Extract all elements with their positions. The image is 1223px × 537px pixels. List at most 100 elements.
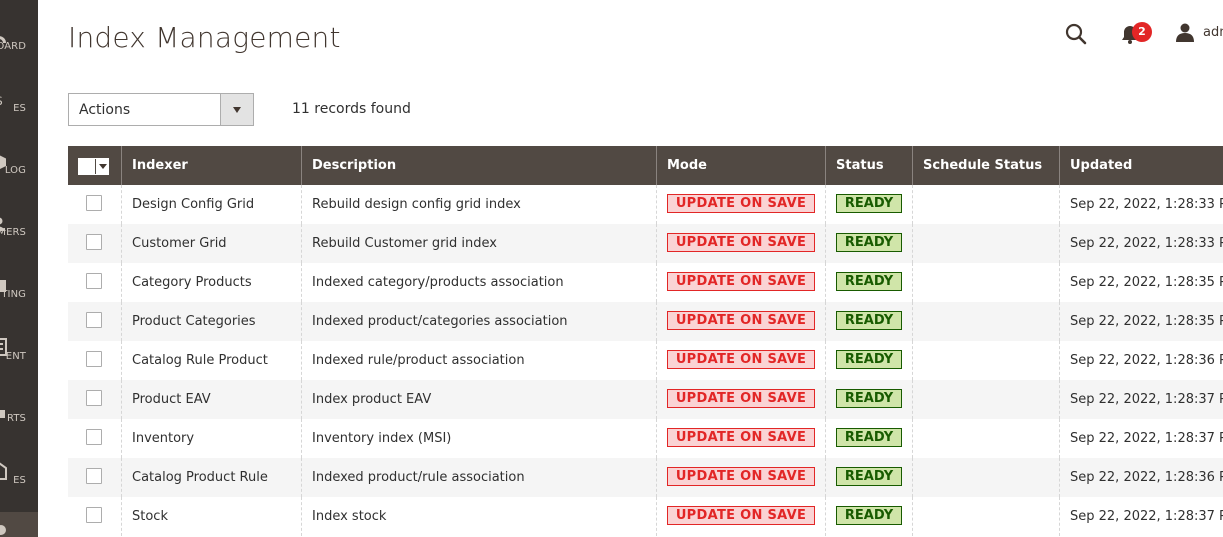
actions-dropdown[interactable]: Actions: [68, 93, 254, 126]
row-checkbox[interactable]: [86, 507, 102, 523]
status-cell: READY: [826, 497, 913, 536]
status-badge: READY: [836, 194, 902, 213]
description-cell: Rebuild Customer grid index: [302, 224, 657, 263]
schedule-status-cell: [913, 458, 1060, 497]
column-header-schedule-status[interactable]: Schedule Status: [913, 146, 1060, 185]
mass-select-checkbox[interactable]: [78, 158, 109, 175]
row-checkbox[interactable]: [86, 468, 102, 484]
status-cell: READY: [826, 419, 913, 458]
schedule-status-cell: [913, 224, 1060, 263]
indexer-cell: Catalog Rule Product: [122, 341, 302, 380]
menu-item-label: BOARD: [0, 41, 26, 52]
row-select-cell: [68, 341, 122, 380]
menu-item-label: TING: [1, 289, 26, 300]
column-header-indexer[interactable]: Indexer: [122, 146, 302, 185]
user-account-menu[interactable]: admin: [1174, 22, 1223, 44]
description-cell: Inventory index (MSI): [302, 419, 657, 458]
updated-cell: Sep 22, 2022, 1:28:33 PM: [1070, 236, 1223, 251]
menu-item-label: RTS: [7, 413, 26, 424]
row-checkbox[interactable]: [86, 429, 102, 445]
row-select-cell: [68, 458, 122, 497]
status-badge: READY: [836, 506, 902, 525]
mass-select-dropdown-icon[interactable]: [95, 159, 109, 174]
column-header-updated[interactable]: Updated: [1060, 146, 1223, 185]
menu-item-stores[interactable]: ES: [0, 454, 38, 516]
row-checkbox[interactable]: [86, 351, 102, 367]
menu-item-label: MERS: [0, 227, 26, 238]
menu-item-dashboard[interactable]: BOARD: [0, 20, 38, 82]
row-select-cell: [68, 419, 122, 458]
menu-item-catalog[interactable]: LOG: [0, 144, 38, 206]
row-checkbox[interactable]: [86, 195, 102, 211]
mode-badge: UPDATE ON SAVE: [667, 233, 815, 252]
column-header-status[interactable]: Status: [826, 146, 913, 185]
indexer-cell: Customer Grid: [122, 224, 302, 263]
status-cell: READY: [826, 302, 913, 341]
indexer-cell: Category Products: [122, 263, 302, 302]
notifications-count-badge: 2: [1132, 22, 1152, 42]
menu-item-reports[interactable]: RTS: [0, 392, 38, 454]
column-header-mode[interactable]: Mode: [657, 146, 826, 185]
schedule-status-cell: [913, 185, 1060, 224]
mode-cell: UPDATE ON SAVE: [657, 380, 826, 419]
mode-cell: UPDATE ON SAVE: [657, 224, 826, 263]
menu-item-marketing[interactable]: TING: [0, 268, 38, 330]
row-select-cell: [68, 263, 122, 302]
status-badge: READY: [836, 272, 902, 291]
updated-cell: Sep 22, 2022, 1:28:35 PM: [1070, 314, 1223, 329]
user-name: admin: [1203, 25, 1223, 40]
status-badge: READY: [836, 428, 902, 447]
system-icon: [0, 522, 8, 536]
updated-cell: Sep 22, 2022, 1:28:36 PM: [1070, 353, 1223, 368]
status-cell: READY: [826, 458, 913, 497]
chevron-down-icon[interactable]: [220, 94, 253, 125]
search-button[interactable]: [1064, 22, 1088, 46]
indexer-cell: Product EAV: [122, 380, 302, 419]
schedule-status-cell: [913, 263, 1060, 302]
stores-icon: [0, 462, 7, 480]
mode-cell: UPDATE ON SAVE: [657, 341, 826, 380]
menu-item-label: LOG: [4, 165, 26, 176]
menu-item-system[interactable]: [0, 512, 38, 537]
row-checkbox[interactable]: [86, 390, 102, 406]
schedule-status-cell: [913, 380, 1060, 419]
mode-badge: UPDATE ON SAVE: [667, 194, 815, 213]
table-row: Design Config Grid Rebuild design config …: [68, 185, 1223, 224]
mass-select-box[interactable]: [79, 159, 94, 174]
table-row: Stock Index stock UPDATE ON SAVE READY Sep 2…: [68, 497, 1223, 536]
table-row: Product EAV Index product EAV UPDATE ON SA…: [68, 380, 1223, 419]
description-cell: Rebuild design config grid index: [302, 185, 657, 224]
row-checkbox[interactable]: [86, 234, 102, 250]
row-checkbox[interactable]: [86, 312, 102, 328]
status-cell: READY: [826, 380, 913, 419]
menu-item-sales[interactable]: $ ES: [0, 82, 38, 144]
indexer-cell: Stock: [122, 497, 302, 536]
row-select-cell: [68, 302, 122, 341]
status-cell: READY: [826, 341, 913, 380]
svg-text:$: $: [0, 94, 3, 108]
row-select-cell: [68, 185, 122, 224]
updated-cell: Sep 22, 2022, 1:28:37 PM: [1070, 509, 1223, 524]
mode-badge: UPDATE ON SAVE: [667, 311, 815, 330]
mode-badge: UPDATE ON SAVE: [667, 389, 815, 408]
admin-sidebar: BOARD $ ES LOG MERS TING ENT RTS: [0, 0, 38, 537]
menu-item-customers[interactable]: MERS: [0, 206, 38, 268]
indexer-grid: Indexer Description Mode Status Schedule…: [68, 146, 1223, 536]
table-row: Category Products Indexed category/produc…: [68, 263, 1223, 302]
grid-body: Design Config Grid Rebuild design config …: [68, 185, 1223, 536]
description-cell: Indexed rule/product association: [302, 341, 657, 380]
menu-item-content[interactable]: ENT: [0, 330, 38, 392]
schedule-status-cell: [913, 302, 1060, 341]
column-header-description[interactable]: Description: [302, 146, 657, 185]
mode-badge: UPDATE ON SAVE: [667, 350, 815, 369]
schedule-status-cell: [913, 419, 1060, 458]
description-cell: Indexed category/products association: [302, 263, 657, 302]
reports-icon: [0, 404, 7, 420]
status-badge: READY: [836, 233, 902, 252]
mass-select-column: [68, 146, 122, 185]
updated-cell: Sep 22, 2022, 1:28:35 PM: [1070, 275, 1223, 290]
page-title: Index Management: [68, 21, 341, 54]
mode-cell: UPDATE ON SAVE: [657, 263, 826, 302]
indexer-cell: Inventory: [122, 419, 302, 458]
row-checkbox[interactable]: [86, 273, 102, 289]
